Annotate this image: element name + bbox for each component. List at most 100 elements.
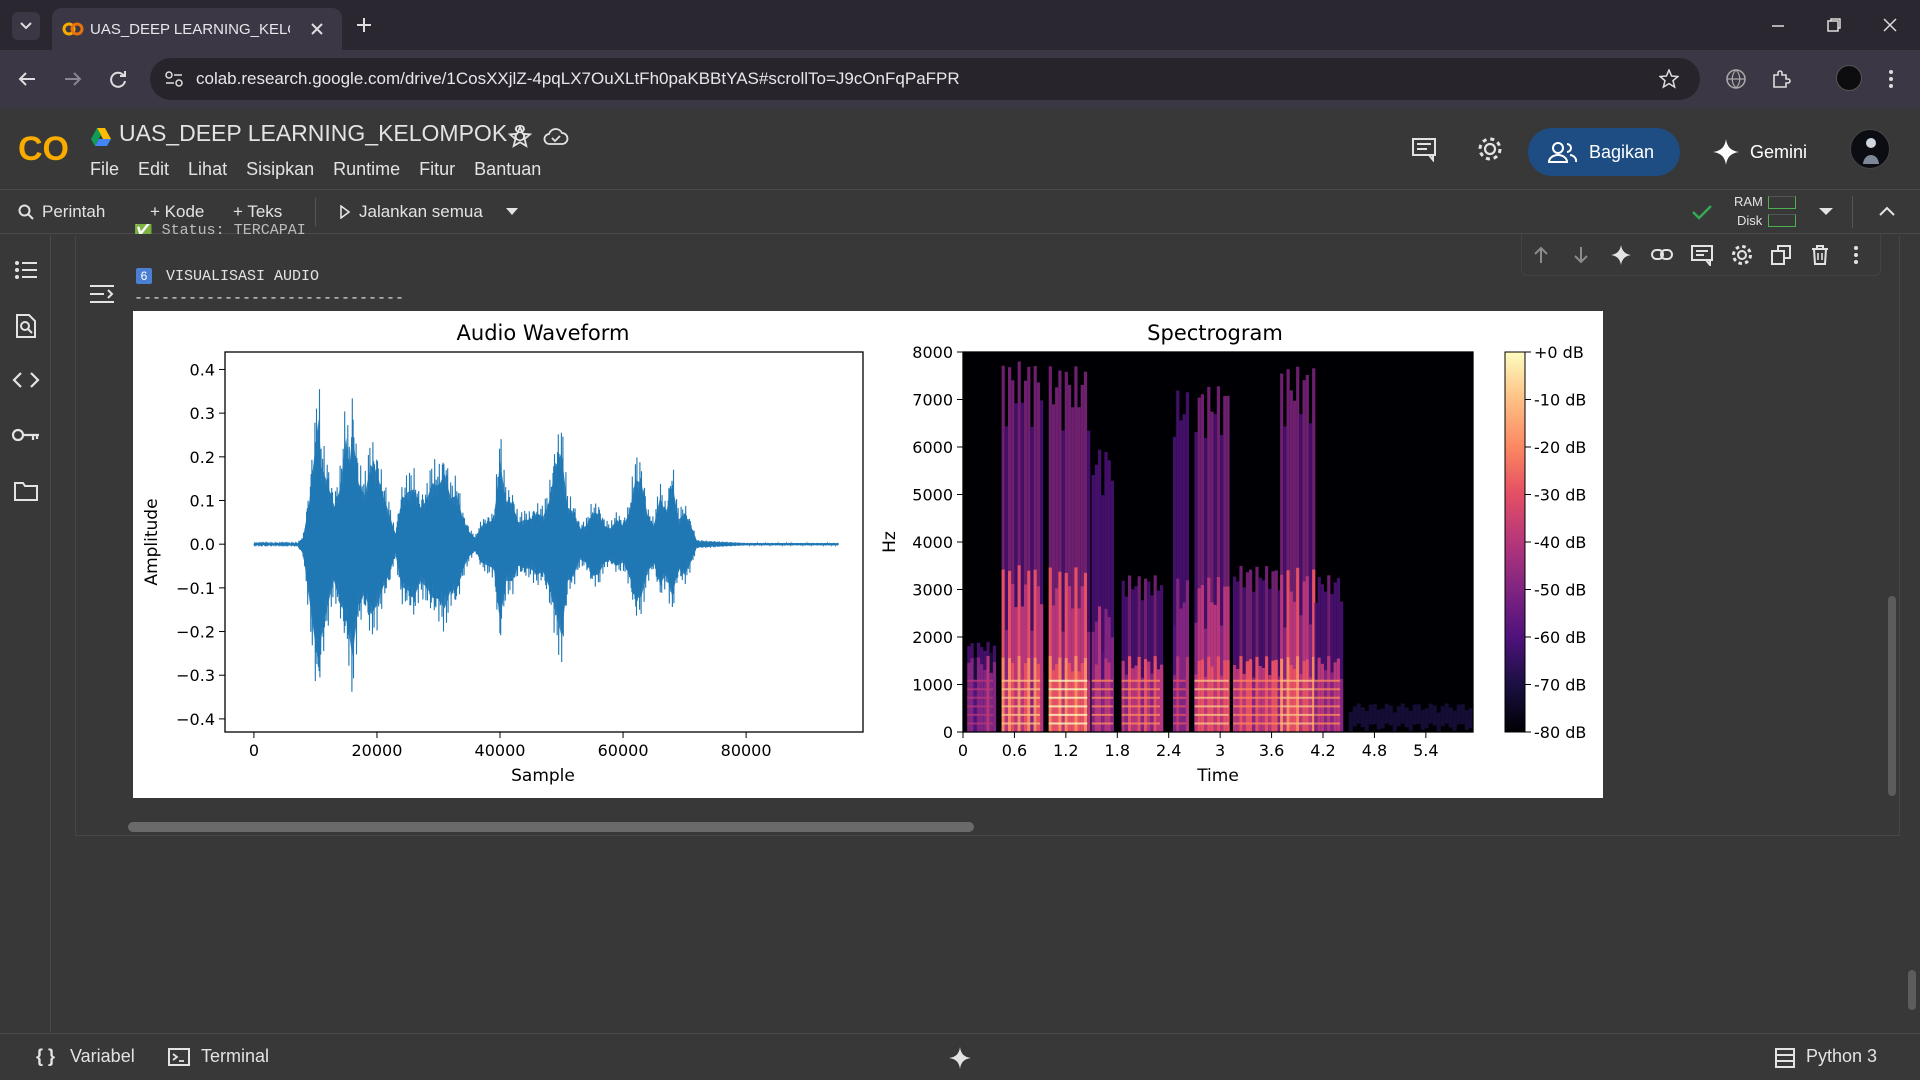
comment-icon[interactable] [1411, 136, 1437, 162]
variables-button[interactable]: Variabel [70, 1046, 135, 1067]
run-all-button[interactable]: Jalankan semua [359, 202, 483, 222]
menu-tools[interactable]: Fitur [419, 159, 455, 179]
svg-text:CO: CO [18, 130, 69, 166]
menu-runtime[interactable]: Runtime [333, 159, 400, 179]
move-up-icon[interactable] [1530, 244, 1552, 266]
menu-help[interactable]: Bantuan [474, 159, 541, 179]
more-vert-icon[interactable] [1886, 68, 1896, 90]
vertical-scrollbar[interactable] [1888, 596, 1896, 796]
restore-icon[interactable] [1826, 17, 1842, 33]
settings-gear-icon[interactable] [1476, 135, 1504, 163]
comment-icon[interactable] [1690, 244, 1714, 266]
minimize-icon[interactable] [1770, 18, 1786, 34]
notebook-title[interactable]: UAS_DEEP LEARNING_KELOMPOK 8 [119, 120, 526, 147]
spectrogram-cell [1048, 656, 1052, 732]
menu-edit[interactable]: Edit [138, 159, 169, 179]
spectrogram-cell [1216, 656, 1220, 732]
address-bar[interactable]: colab.research.google.com/drive/1CosXXjl… [150, 58, 1700, 100]
gemini-button[interactable]: Gemini [1700, 128, 1820, 176]
menu-view[interactable]: Lihat [188, 159, 227, 179]
waveform-y-axis: 0.4 0.3 0.2 0.1 0.0 −0.1 −0.2 −0.3 −0.4 [176, 360, 225, 729]
colab-logo[interactable]: CO [16, 130, 72, 166]
spectrogram-cell [1131, 668, 1135, 732]
horizontal-scrollbar[interactable] [128, 822, 974, 832]
add-code-button[interactable]: + Kode [150, 202, 204, 222]
star-icon[interactable] [508, 125, 532, 149]
site-info-icon[interactable] [164, 70, 184, 88]
runtime-label[interactable]: Python 3 [1806, 1046, 1877, 1067]
forward-icon[interactable] [62, 68, 84, 90]
waveform-xtick-label: 60000 [598, 741, 649, 760]
menu-insert[interactable]: Sisipkan [246, 159, 314, 179]
spectrogram-cell [992, 662, 997, 732]
spectrogram-cell [1144, 659, 1148, 732]
spectrogram-cell [1380, 708, 1385, 729]
reload-icon[interactable] [107, 68, 129, 90]
status-bar: { } Variabel Terminal Python 3 [0, 1033, 1920, 1080]
waveform-xtick-label: 0 [249, 741, 259, 760]
spectrogram-cell [1280, 658, 1284, 732]
spectrogram-cell [1412, 704, 1417, 725]
section-number-badge: 6 [136, 268, 152, 284]
new-tab-icon[interactable] [356, 17, 372, 33]
close-icon[interactable] [310, 22, 324, 36]
chevron-down-icon[interactable] [505, 207, 519, 217]
delete-icon[interactable] [1810, 244, 1830, 266]
command-palette-button[interactable]: Perintah [42, 202, 105, 222]
spectrogram-cell [1368, 704, 1373, 725]
waveform-ytick-label: −0.3 [176, 666, 215, 685]
terminal-button[interactable]: Terminal [201, 1046, 269, 1067]
user-avatar[interactable] [1850, 129, 1890, 169]
files-folder-icon[interactable] [13, 480, 39, 502]
share-button[interactable]: Bagikan [1528, 128, 1680, 176]
spectrogram-cell [1064, 658, 1068, 732]
bookmark-star-icon[interactable] [1659, 69, 1679, 89]
extension-globe-icon[interactable] [1725, 68, 1747, 90]
find-replace-icon[interactable] [14, 313, 38, 339]
move-down-icon[interactable] [1570, 244, 1592, 266]
spectrogram-cell [1456, 704, 1461, 725]
spectrogram-cell [1296, 656, 1300, 732]
chevron-up-icon[interactable] [1878, 204, 1896, 218]
ram-meter[interactable] [1768, 196, 1796, 209]
back-icon[interactable] [16, 68, 38, 90]
link-icon[interactable] [1650, 244, 1674, 266]
tab-search-button[interactable] [12, 12, 40, 40]
browser-tab[interactable]: UAS_DEEP LEARNING_KELOMPOK 8 [52, 8, 342, 50]
spectrogram-cell [970, 658, 974, 732]
secrets-key-icon[interactable] [11, 426, 41, 444]
settings-gear-icon[interactable] [1730, 243, 1754, 267]
spectrogram-ytick-label: 6000 [912, 438, 953, 457]
disk-meter[interactable] [1768, 214, 1796, 227]
table-of-contents-icon[interactable] [14, 259, 38, 281]
page-scrollbar[interactable] [1908, 970, 1916, 1010]
spectrogram-cell [1001, 657, 1005, 732]
spectrogram-cell [1388, 705, 1393, 726]
spectrogram-cell [1200, 659, 1204, 732]
spectrogram-xtick-label: 1.8 [1105, 741, 1130, 760]
search-icon [18, 204, 34, 220]
spectrogram-cell [1121, 660, 1125, 732]
gemini-sparkle-icon[interactable] [1610, 244, 1632, 266]
spectrogram-xtick-label: 3.6 [1259, 741, 1284, 760]
mirror-cell-icon[interactable] [1770, 244, 1792, 266]
add-text-button[interactable]: + Teks [233, 202, 282, 222]
chevron-down-icon[interactable] [1818, 207, 1834, 217]
spectrogram-x-axis: 0 0.6 1.2 1.8 2.4 3 3.6 4.2 4.8 5.4 [958, 732, 1439, 760]
more-vert-icon[interactable] [1852, 245, 1860, 265]
spectrogram-xtick-label: 4.2 [1310, 741, 1335, 760]
gemini-label: Gemini [1750, 142, 1808, 162]
code-snippets-icon[interactable] [12, 370, 40, 390]
colorbar-axis: +0 dB -10 dB -20 dB -30 dB -40 dB -50 dB -60 d… [1525, 343, 1586, 742]
colorbar-tick-label: -30 dB [1534, 486, 1586, 505]
profile-avatar[interactable] [1836, 65, 1862, 91]
menu-file[interactable]: File [90, 159, 119, 179]
spectrogram-cell [1210, 666, 1214, 732]
window-close-icon[interactable] [1882, 17, 1898, 33]
extensions-puzzle-icon[interactable] [1770, 68, 1792, 90]
gemini-sparkle-icon[interactable] [948, 1046, 972, 1070]
output-toggle-icon[interactable] [88, 283, 116, 305]
spectrogram-cell [1185, 656, 1189, 732]
spectrogram-cell [1176, 656, 1180, 732]
tab-title: UAS_DEEP LEARNING_KELOMPOK 8 [90, 21, 290, 38]
